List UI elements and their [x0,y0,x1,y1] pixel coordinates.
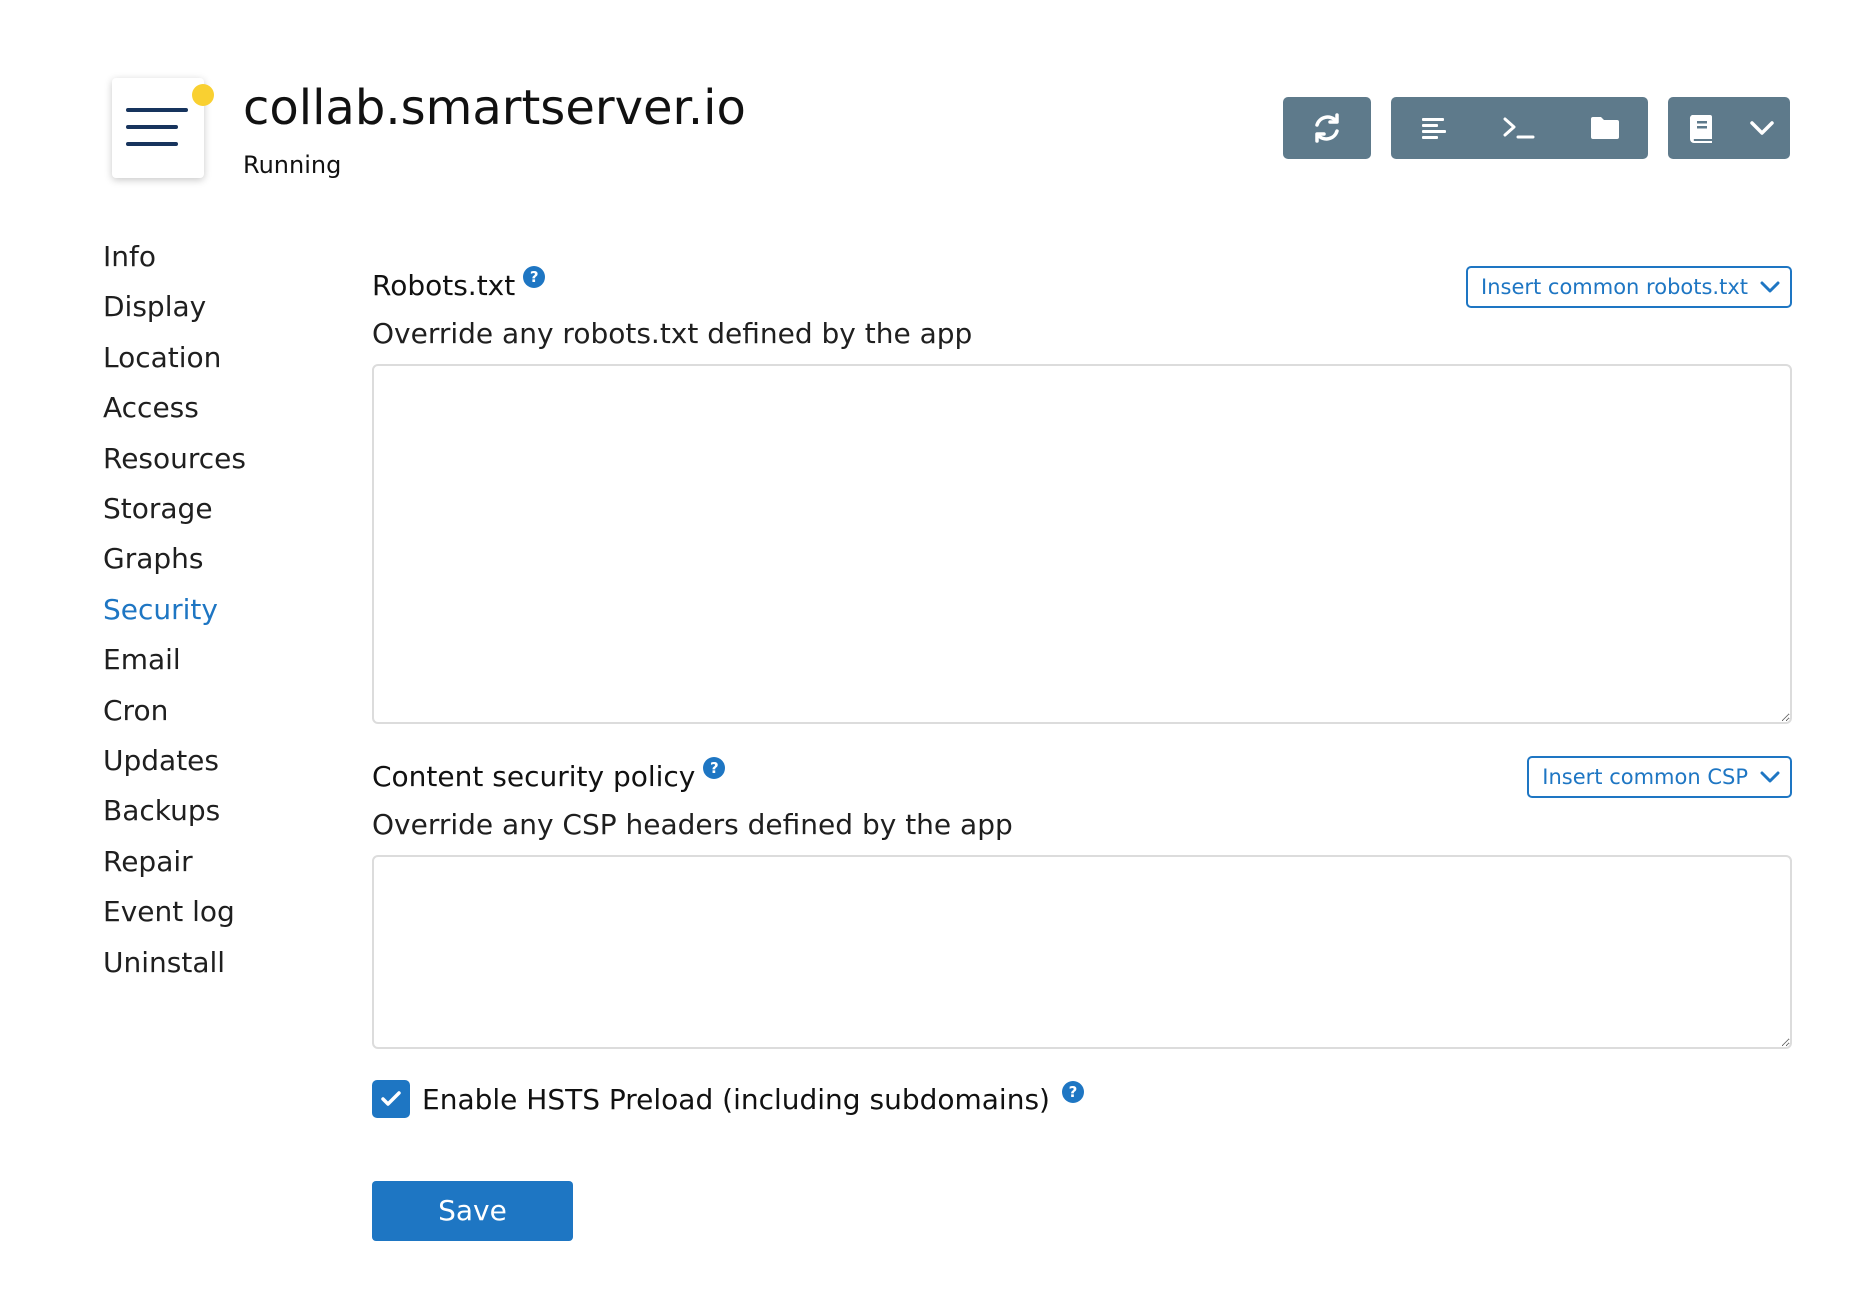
csp-description: Override any CSP headers defined by the … [372,808,1013,841]
hsts-row: Enable HSTS Preload (including subdomain… [372,1080,1084,1118]
sidebar-nav: Info Display Location Access Resources S… [103,232,323,988]
status-dot [192,84,214,106]
csp-help-icon[interactable]: ? [703,757,726,779]
robots-textarea[interactable] [372,364,1792,724]
save-button[interactable]: Save [372,1181,573,1241]
robots-title: Robots.txt? [372,266,546,304]
sidebar-item-uninstall[interactable]: Uninstall [103,938,323,988]
hsts-help-icon[interactable]: ? [1061,1081,1084,1103]
sidebar-item-location[interactable]: Location [103,333,323,383]
menu-lines-icon [126,108,188,146]
app-title: collab.smartserver.io [243,80,746,136]
sidebar-item-event-log[interactable]: Event log [103,887,323,937]
chevron-down-icon [1760,771,1780,783]
sidebar-item-security[interactable]: Security [103,585,323,635]
chevron-down-icon [1760,281,1780,293]
robots-description: Override any robots.txt defined by the a… [372,317,973,350]
csp-textarea[interactable] [372,855,1792,1049]
sidebar-item-access[interactable]: Access [103,383,323,433]
sidebar-item-updates[interactable]: Updates [103,736,323,786]
app-icon [112,78,204,178]
app-security-page: collab.smartserver.io Running Info Displ… [0,0,1876,1314]
sidebar-item-backups[interactable]: Backups [103,786,323,836]
insert-robots-label: Insert common robots.txt [1481,275,1748,299]
csp-title-text: Content security policy [372,760,696,793]
insert-csp-dropdown[interactable]: Insert common CSP [1527,756,1792,798]
tools-button-group [1391,97,1648,159]
robots-title-text: Robots.txt [372,269,516,302]
docs-dropdown-button[interactable] [1668,97,1790,159]
folder-icon[interactable] [1573,97,1637,159]
robots-help-icon[interactable]: ? [523,266,546,288]
app-status: Running [243,151,342,179]
insert-robots-dropdown[interactable]: Insert common robots.txt [1466,266,1792,308]
sidebar-item-cron[interactable]: Cron [103,686,323,736]
restart-button[interactable] [1283,97,1371,159]
sidebar-item-repair[interactable]: Repair [103,837,323,887]
insert-csp-label: Insert common CSP [1542,765,1748,789]
csp-title: Content security policy? [372,757,726,795]
sidebar-item-resources[interactable]: Resources [103,434,323,484]
sidebar-item-email[interactable]: Email [103,635,323,685]
hsts-label[interactable]: Enable HSTS Preload (including subdomain… [422,1083,1050,1116]
sidebar-item-storage[interactable]: Storage [103,484,323,534]
terminal-icon[interactable] [1487,97,1551,159]
checkmark-icon [381,1091,401,1106]
hsts-checkbox[interactable] [372,1080,410,1118]
sidebar-item-display[interactable]: Display [103,282,323,332]
chevron-down-icon [1739,97,1785,159]
book-icon [1673,97,1729,159]
sidebar-item-graphs[interactable]: Graphs [103,534,323,584]
refresh-icon [1295,97,1359,159]
sidebar-item-info[interactable]: Info [103,232,323,282]
logs-icon[interactable] [1402,97,1466,159]
